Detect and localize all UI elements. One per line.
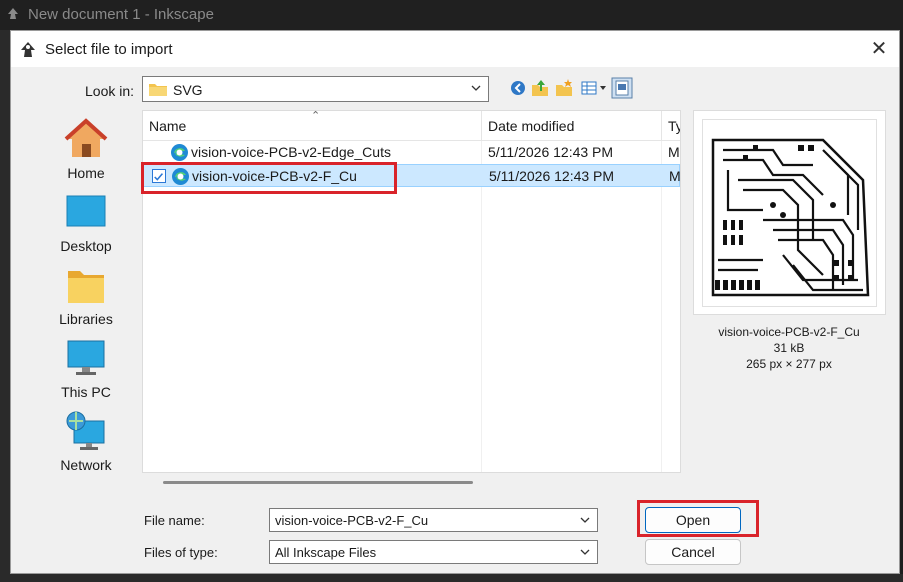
file-type-combo[interactable]: All Inkscape Files — [269, 540, 598, 564]
dialog-title: Select file to import — [45, 41, 173, 58]
look-in-value: SVG — [173, 82, 203, 98]
places-bar: Home Desktop Libraries This PC Network — [36, 109, 136, 479]
file-list-header: ⌃ Name Date modified Ty — [143, 111, 680, 141]
place-label: Home — [67, 165, 105, 181]
column-name[interactable]: Name — [149, 118, 186, 134]
libraries-icon — [68, 271, 104, 303]
chevron-down-icon — [471, 85, 481, 91]
chevron-down-icon[interactable] — [579, 513, 591, 527]
this-pc-icon — [67, 340, 105, 375]
file-list[interactable]: ⌃ Name Date modified Ty vision-voice-PCB… — [142, 110, 681, 473]
inkscape-logo-icon — [21, 42, 35, 57]
preview-dimensions: 265 px × 277 px — [746, 357, 832, 371]
look-in-label: Look in: — [85, 83, 135, 99]
file-name: vision-voice-PCB-v2-Edge_Cuts — [191, 144, 391, 160]
dialog-titlebar: Select file to import ✕ — [11, 31, 899, 67]
preview-image-frame — [702, 119, 877, 307]
open-button[interactable]: Open — [645, 507, 741, 533]
preview-file-name: vision-voice-PCB-v2-F_Cu — [718, 325, 860, 339]
file-type-label: Files of type: — [144, 545, 218, 560]
network-icon — [66, 411, 105, 450]
inkscape-left-toolbar — [0, 30, 10, 582]
sort-arrow-icon: ⌃ — [311, 110, 321, 122]
file-name-value: vision-voice-PCB-v2-F_Cu — [275, 513, 429, 528]
file-row-selected[interactable]: vision-voice-PCB-v2-F_Cu 5/11/2026 12:43… — [143, 164, 680, 187]
edge-svg-file-icon — [172, 168, 189, 185]
inkscape-status-bar — [0, 574, 903, 582]
pcb-preview-image — [711, 138, 870, 297]
home-icon — [64, 118, 108, 157]
place-label: This PC — [61, 384, 111, 400]
file-type: M — [668, 144, 680, 160]
file-name: vision-voice-PCB-v2-F_Cu — [192, 168, 357, 184]
place-network[interactable]: Network — [36, 409, 136, 479]
window-title: New document 1 - Inkscape — [28, 6, 214, 23]
inkscape-logo-icon — [8, 8, 18, 19]
close-button[interactable]: ✕ — [867, 37, 891, 61]
file-date: 5/11/2026 12:43 PM — [489, 168, 615, 184]
preview-file-size: 31 kB — [773, 341, 805, 355]
preview-toggle-icon[interactable] — [611, 77, 633, 99]
look-in-combo[interactable]: SVG — [142, 76, 489, 102]
place-label: Network — [60, 457, 112, 473]
place-desktop[interactable]: Desktop — [36, 190, 136, 260]
place-libraries[interactable]: Libraries — [36, 263, 136, 333]
back-icon[interactable] — [507, 77, 529, 99]
preview-pane — [693, 110, 886, 315]
new-folder-icon[interactable] — [553, 77, 575, 99]
edge-svg-file-icon — [171, 144, 188, 161]
chevron-down-icon[interactable] — [579, 545, 591, 559]
place-this-pc[interactable]: This PC — [36, 336, 136, 406]
checkmark-icon — [154, 173, 164, 181]
file-row[interactable]: vision-voice-PCB-v2-Edge_Cuts 5/11/2026 … — [143, 141, 680, 164]
row-checkbox[interactable] — [152, 169, 166, 183]
up-folder-icon[interactable] — [529, 77, 551, 99]
import-dialog: Select file to import ✕ Look in: SVG Hom… — [10, 30, 900, 574]
cancel-button[interactable]: Cancel — [645, 539, 741, 565]
place-label: Desktop — [60, 238, 112, 254]
inkscape-titlebar: New document 1 - Inkscape — [0, 0, 903, 30]
folder-icon — [149, 84, 167, 96]
desktop-icon — [66, 195, 106, 227]
file-date: 5/11/2026 12:43 PM — [488, 144, 614, 160]
file-name-combo[interactable]: vision-voice-PCB-v2-F_Cu — [269, 508, 598, 532]
view-menu-icon[interactable] — [579, 77, 609, 99]
file-type: M — [669, 168, 681, 184]
column-date-modified[interactable]: Date modified — [488, 118, 574, 134]
place-label: Libraries — [59, 311, 113, 327]
horizontal-scrollbar[interactable] — [163, 481, 473, 484]
file-type-value: All Inkscape Files — [275, 545, 377, 560]
file-name-label: File name: — [144, 513, 205, 528]
place-home[interactable]: Home — [36, 117, 136, 187]
column-type[interactable]: Ty — [668, 118, 680, 134]
